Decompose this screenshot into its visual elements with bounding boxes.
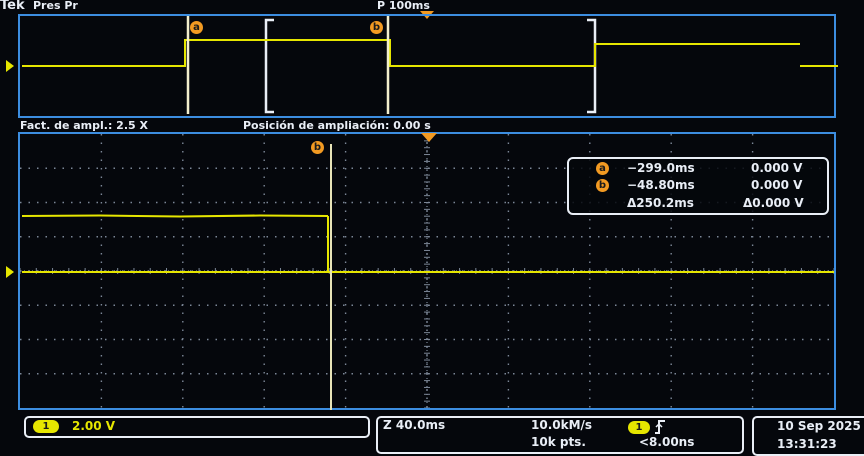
- cursor-readout: a −299.0ms 0.000 V b −48.80ms 0.000 V Δ2…: [567, 157, 829, 215]
- clock-box: 10 Sep 2025 13:31:23: [752, 416, 864, 456]
- date: 10 Sep 2025: [777, 419, 861, 433]
- zoom-cursor-b-marker[interactable]: b: [311, 141, 324, 154]
- zoom-channel-marker-icon: [6, 266, 14, 278]
- cursor-a-time: −299.0ms: [627, 161, 695, 175]
- run-status: Pres Pr: [33, 0, 78, 12]
- zoom-position: Posición de ampliación: 0.00 s: [243, 119, 431, 132]
- overview-cursor-a-marker[interactable]: a: [190, 21, 203, 34]
- time: 13:31:23: [777, 437, 837, 451]
- channel-scale: 2.00 V: [72, 419, 116, 433]
- acquisition-box[interactable]: Z 40.0ms 10.0kM/s 10k pts. 1 <8.00ns: [376, 416, 744, 454]
- zoom-bracket-left: [264, 18, 274, 114]
- overview-cursor-b-marker[interactable]: b: [370, 21, 383, 34]
- trigger-source-pill: 1: [628, 421, 650, 434]
- timebase: Z 40.0ms: [383, 418, 446, 432]
- channel-scale-box[interactable]: 1 2.00 V: [24, 416, 370, 438]
- cursor-b-value: 0.000 V: [751, 178, 803, 192]
- delta-value: Δ0.000 V: [743, 196, 804, 210]
- readout-cursor-a-icon: a: [596, 162, 609, 175]
- rising-edge-icon: [655, 420, 665, 434]
- trigger-level: <8.00ns: [639, 435, 695, 449]
- channel-pill: 1: [33, 420, 59, 433]
- cursor-b-time: −48.80ms: [627, 178, 695, 192]
- delta-time: Δ250.2ms: [627, 196, 694, 210]
- brand-logo: Tek: [0, 0, 25, 13]
- overview-channel-marker-icon: [6, 60, 14, 72]
- cursor-a-value: 0.000 V: [751, 161, 803, 175]
- readout-cursor-b-icon: b: [596, 179, 609, 192]
- overview-waveform: [22, 16, 838, 114]
- zoom-factor: Fact. de ampl.: 2.5 X: [20, 119, 148, 132]
- record-length: 10k pts.: [531, 435, 586, 449]
- sample-rate: 10.0kM/s: [531, 418, 593, 432]
